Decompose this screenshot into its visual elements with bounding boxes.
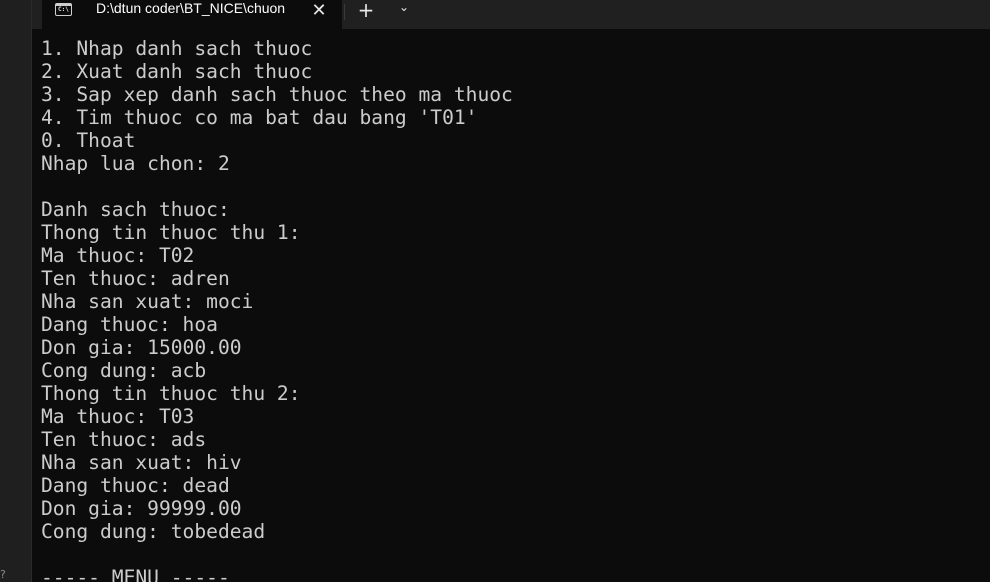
terminal-line: Ten thuoc: adren bbox=[41, 267, 230, 290]
terminal-line: Cong dung: acb bbox=[41, 359, 207, 382]
terminal-line: Nha san xuat: hiv bbox=[41, 451, 242, 474]
terminal-line: 3. Sap xep danh sach thuoc theo ma thuoc bbox=[41, 83, 513, 106]
terminal-window: ? C:\ D:\dtun coder\BT_NICE\chuon ✕ + ⌄ … bbox=[0, 0, 990, 582]
terminal-line: 2. Xuat danh sach thuoc bbox=[41, 60, 313, 83]
terminal-line: ----- MENU ----- bbox=[41, 566, 230, 582]
terminal-line: Thong tin thuoc thu 1: bbox=[41, 221, 301, 244]
terminal-line: 4. Tim thuoc co ma bat dau bang 'T01' bbox=[41, 106, 478, 129]
terminal-line: Nhap lua chon: 2 bbox=[41, 152, 230, 175]
tab-active[interactable]: C:\ D:\dtun coder\BT_NICE\chuon ✕ bbox=[42, 0, 342, 29]
terminal-line: Danh sach thuoc: bbox=[41, 198, 230, 221]
terminal-line: Thong tin thuoc thu 2: bbox=[41, 382, 301, 405]
terminal-output[interactable]: 1. Nhap danh sach thuoc 2. Xuat danh sach… bbox=[41, 37, 981, 582]
terminal-line: 0. Thoat bbox=[41, 129, 136, 152]
new-tab-button[interactable]: + bbox=[354, 0, 378, 22]
terminal-line: Dang thuoc: dead bbox=[41, 474, 230, 497]
help-icon: ? bbox=[0, 568, 6, 580]
terminal-line: 1. Nhap danh sach thuoc bbox=[41, 37, 313, 60]
tab-title: D:\dtun coder\BT_NICE\chuon bbox=[96, 0, 286, 16]
chevron-down-icon[interactable]: ⌄ bbox=[394, 0, 414, 18]
terminal-icon: C:\ bbox=[55, 3, 72, 16]
terminal-line: Don gia: 99999.00 bbox=[41, 497, 242, 520]
terminal-line: Ten thuoc: ads bbox=[41, 428, 207, 451]
tab-separator bbox=[344, 4, 345, 20]
terminal-line: Cong dung: tobedead bbox=[41, 520, 266, 543]
terminal-line: Nha san xuat: moci bbox=[41, 290, 254, 313]
tab-bar: C:\ D:\dtun coder\BT_NICE\chuon ✕ + ⌄ bbox=[32, 0, 990, 29]
terminal-icon-label: C:\ bbox=[58, 6, 69, 13]
background-window-strip: ? bbox=[0, 0, 32, 582]
terminal-line: Ma thuoc: T03 bbox=[41, 405, 195, 428]
terminal-line: Don gia: 15000.00 bbox=[41, 336, 242, 359]
close-tab-icon[interactable]: ✕ bbox=[308, 0, 330, 21]
terminal-line: Dang thuoc: hoa bbox=[41, 313, 218, 336]
terminal-line: Ma thuoc: T02 bbox=[41, 244, 195, 267]
